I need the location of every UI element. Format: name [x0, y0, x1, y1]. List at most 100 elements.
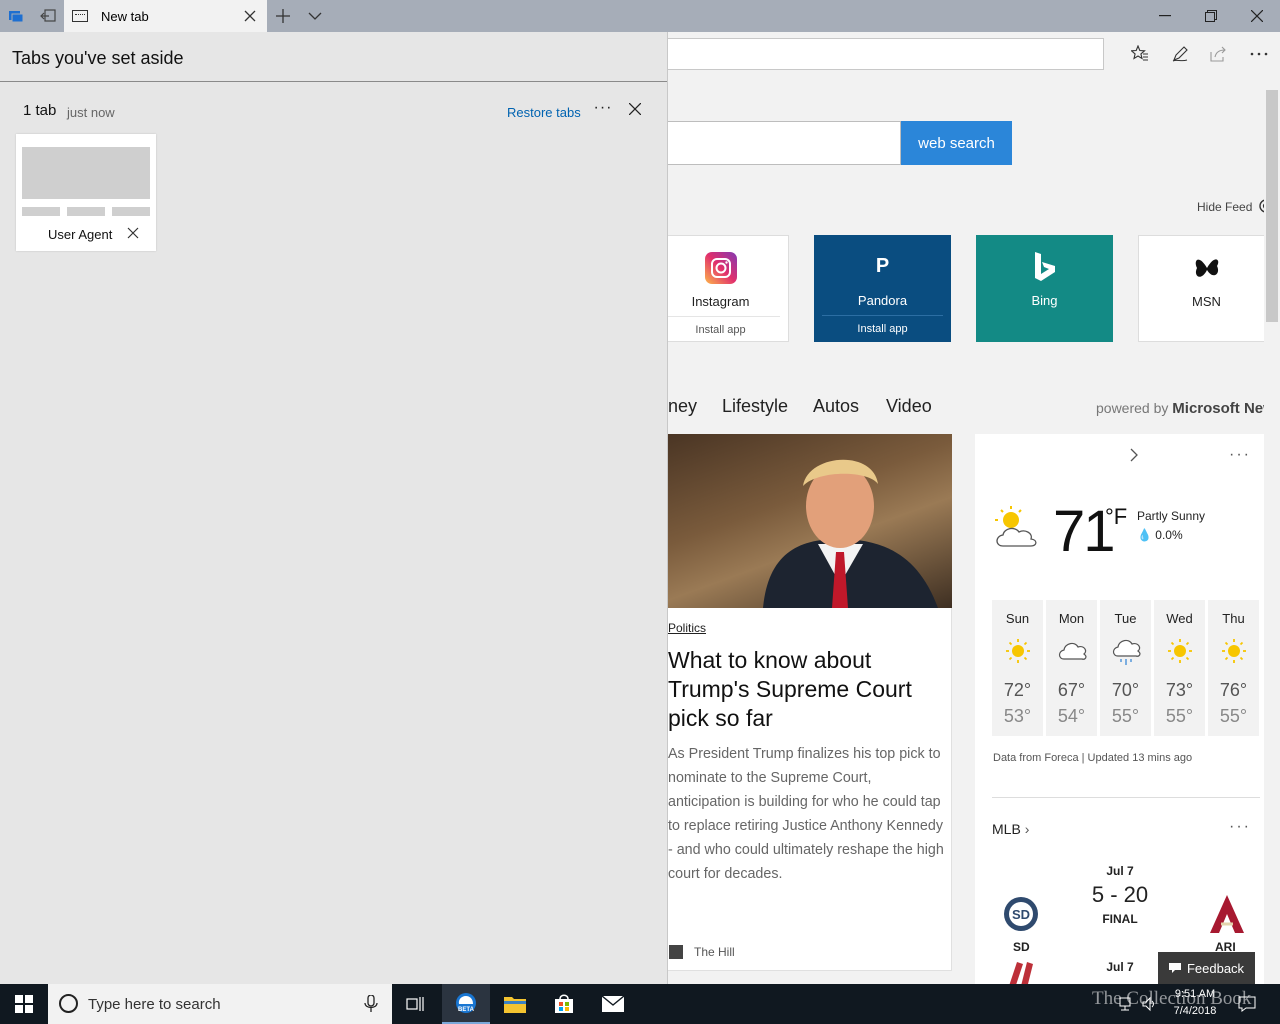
close-window-button[interactable] [1234, 0, 1280, 32]
day-name: Thu [1222, 611, 1245, 626]
set-tabs-aside-icon[interactable] [32, 0, 64, 32]
tile-instagram[interactable]: Instagram Install app [668, 235, 789, 342]
search-placeholder: Type here to search [88, 996, 221, 1013]
feedback-icon [1168, 961, 1181, 976]
vertical-scrollbar[interactable] [1264, 72, 1280, 984]
restore-button[interactable] [1188, 0, 1234, 32]
tile-label: Pandora [857, 293, 908, 308]
red-sox-logo-icon [1005, 958, 1037, 984]
pen-icon[interactable] [1164, 40, 1196, 68]
more-options-icon[interactable]: ··· [591, 96, 615, 120]
day-name: Wed [1166, 611, 1193, 626]
chevron-right-icon: › [1024, 821, 1030, 837]
tabs-aside-icon[interactable] [0, 0, 32, 32]
rain-cloud-icon [1100, 638, 1151, 666]
nav-money[interactable]: ney [668, 396, 697, 417]
cloud-icon [1046, 638, 1097, 662]
store-icon[interactable] [540, 984, 588, 1024]
chevron-down-icon[interactable] [299, 0, 331, 32]
tile-msn[interactable]: MSN [1138, 235, 1275, 342]
article-summary: As President Trump finalizes his top pic… [668, 746, 944, 882]
svg-text:BETA: BETA [458, 1007, 475, 1013]
address-bar[interactable] [668, 38, 1104, 70]
browser-content: web search Hide Feed Instagram Install a… [668, 32, 1280, 984]
watermark-text: The Collection Book [1092, 988, 1252, 1009]
forecast-day[interactable]: Thu 76° 55° [1208, 600, 1259, 736]
more-options-icon[interactable] [1243, 40, 1275, 68]
day-low: 55° [1111, 706, 1140, 726]
share-icon[interactable] [1203, 40, 1235, 68]
divider [0, 81, 667, 82]
chevron-right-icon[interactable] [1129, 448, 1139, 467]
nav-video[interactable]: Video [886, 396, 932, 417]
set-aside-tab-card[interactable]: User Agent [16, 134, 156, 251]
mlb-title[interactable]: MLB › [992, 821, 1029, 837]
taskbar: Type here to search BETA 9:51 AM 7/4/201… [0, 984, 1280, 1024]
temperature-unit: °F [1105, 504, 1128, 529]
powered-by-brand: Microsoft New [1172, 400, 1275, 417]
install-app-link[interactable]: Install app [822, 315, 943, 335]
feedback-button[interactable]: Feedback [1158, 952, 1255, 984]
cortana-icon [59, 994, 78, 1013]
file-explorer-icon[interactable] [491, 984, 539, 1024]
taskbar-search-box[interactable]: Type here to search [48, 984, 392, 1024]
favorites-star-icon[interactable] [1124, 40, 1156, 68]
powered-by-prefix: powered by [1096, 400, 1169, 416]
tile-label: MSN [1192, 294, 1221, 309]
article-category[interactable]: Politics [668, 621, 706, 635]
game-date: Jul 7 [1106, 864, 1134, 878]
forecast-day[interactable]: Wed 73° 55° [1154, 600, 1205, 736]
day-low: 53° [1003, 706, 1032, 726]
sun-icon [1154, 638, 1205, 664]
tile-bing[interactable]: Bing [976, 235, 1113, 342]
hide-feed-link[interactable]: Hide Feed [1197, 200, 1252, 214]
day-name: Mon [1058, 611, 1085, 626]
microphone-icon[interactable] [364, 994, 378, 1013]
sun-icon [1208, 638, 1259, 664]
mlb-more-icon[interactable]: ··· [1229, 818, 1251, 836]
edge-icon[interactable]: BETA [442, 984, 490, 1024]
mlb-label: MLB [992, 821, 1021, 837]
restore-tabs-link[interactable]: Restore tabs [507, 105, 581, 120]
tab-new-tab[interactable]: New tab [64, 0, 267, 32]
article-card[interactable]: Politics What to know about Trump's Supr… [668, 434, 952, 971]
raindrop-icon: 💧 [1137, 528, 1152, 542]
install-app-link[interactable]: Install app [668, 316, 780, 336]
weather-source: Data from Foreca | Updated 13 mins ago [993, 752, 1193, 764]
article-source: The Hill [694, 945, 735, 959]
tab-thumbnail [22, 147, 150, 199]
close-tab-icon[interactable] [242, 8, 258, 24]
close-icon[interactable] [127, 226, 141, 240]
forecast-day[interactable]: Sun 72° 53° [992, 600, 1043, 736]
task-view-icon[interactable] [392, 984, 440, 1024]
tabs-set-aside-panel: Tabs you've set aside 1 tab just now Res… [0, 32, 668, 984]
forecast-day[interactable]: Tue 70° 55° [1100, 600, 1151, 736]
tile-pandora[interactable]: P Pandora Install app [814, 235, 951, 342]
new-tab-plus-icon[interactable] [267, 0, 299, 32]
article-image [668, 434, 952, 608]
sun-icon [992, 638, 1043, 664]
windows-start-icon[interactable] [0, 984, 48, 1024]
tile-label: Bing [1031, 293, 1058, 308]
day-high: 76° [1219, 680, 1248, 700]
article-title[interactable]: What to know about Trump's Supreme Court… [668, 646, 948, 733]
nav-autos[interactable]: Autos [813, 396, 859, 417]
forecast-day[interactable]: Mon 67° 54° [1046, 600, 1097, 736]
tab-title: New tab [101, 8, 149, 24]
minimize-button[interactable] [1142, 0, 1188, 32]
day-low: 54° [1057, 706, 1086, 726]
instagram-icon [668, 252, 788, 284]
web-search-input[interactable] [668, 121, 901, 165]
weather-more-icon[interactable]: ··· [1229, 446, 1251, 464]
bing-icon [976, 251, 1113, 283]
close-icon[interactable] [624, 98, 646, 120]
mail-icon[interactable] [589, 984, 637, 1024]
nav-lifestyle[interactable]: Lifestyle [722, 396, 788, 417]
scrollbar-thumb[interactable] [1266, 90, 1278, 322]
new-tab-favicon-icon [72, 10, 88, 22]
day-high: 70° [1111, 680, 1140, 700]
day-high: 73° [1165, 680, 1194, 700]
day-low: 55° [1219, 706, 1248, 726]
web-search-button[interactable]: web search [901, 121, 1012, 165]
day-name: Sun [1005, 611, 1030, 626]
